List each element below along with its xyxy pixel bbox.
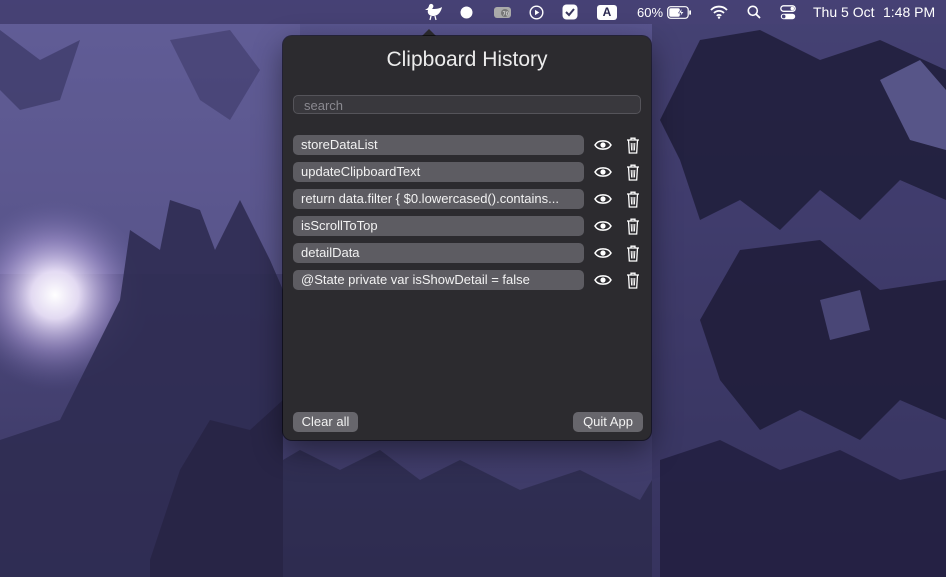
eye-icon[interactable] <box>594 271 612 289</box>
eye-icon[interactable] <box>594 163 612 181</box>
search-input[interactable] <box>293 95 641 114</box>
clipboard-item-text[interactable]: updateClipboardText <box>293 162 584 182</box>
trash-icon[interactable] <box>624 163 642 181</box>
control-center-icon[interactable] <box>780 0 798 24</box>
trash-icon[interactable] <box>624 217 642 235</box>
clipboard-item-text[interactable]: detailData <box>293 243 584 263</box>
menu-bar: 70 A 60% Thu 5 Oct 1:48 PM <box>0 0 946 24</box>
check-icon[interactable] <box>562 0 578 24</box>
wifi-icon[interactable] <box>710 0 730 24</box>
list-item: @State private var isShowDetail = false <box>293 270 643 290</box>
duck-app-icon[interactable] <box>424 0 444 24</box>
clipboard-item-text[interactable]: isScrollToTop <box>293 216 584 236</box>
list-item: isScrollToTop <box>293 216 643 236</box>
clear-all-button[interactable]: Clear all <box>293 412 358 432</box>
battery-percent: 60% <box>637 4 664 20</box>
list-item: detailData <box>293 243 643 263</box>
input-source-icon[interactable]: A <box>597 0 619 24</box>
eye-icon[interactable] <box>594 190 612 208</box>
eye-icon[interactable] <box>594 136 612 154</box>
trash-icon[interactable] <box>624 244 642 262</box>
trash-icon[interactable] <box>624 190 642 208</box>
svg-text:70: 70 <box>503 12 509 18</box>
battery-icon[interactable] <box>667 0 693 24</box>
search-icon[interactable] <box>747 0 763 24</box>
play-icon[interactable] <box>529 0 545 24</box>
menubar-date[interactable]: Thu 5 Oct <box>813 0 874 24</box>
eye-icon[interactable] <box>594 244 612 262</box>
list-item: return data.filter { $0.lowercased().con… <box>293 189 643 209</box>
quit-app-button[interactable]: Quit App <box>573 412 643 432</box>
list-item: updateClipboardText <box>293 162 643 182</box>
popover-title: Clipboard History <box>386 48 548 71</box>
trash-icon[interactable] <box>624 271 642 289</box>
clipboard-item-text[interactable]: @State private var isShowDetail = false <box>293 270 584 290</box>
trash-icon[interactable] <box>624 136 642 154</box>
ps-icon[interactable]: 70 <box>493 0 513 24</box>
clipboard-item-text[interactable]: storeDataList <box>293 135 584 155</box>
eye-icon[interactable] <box>594 217 612 235</box>
record-icon[interactable] <box>460 0 474 24</box>
input-source-label: A <box>597 4 617 20</box>
clipboard-history-popover: Clipboard History storeDataList updateCl… <box>283 36 651 440</box>
list-item: storeDataList <box>293 135 643 155</box>
menubar-time[interactable]: 1:48 PM <box>883 0 935 24</box>
clipboard-item-text[interactable]: return data.filter { $0.lowercased().con… <box>293 189 584 209</box>
